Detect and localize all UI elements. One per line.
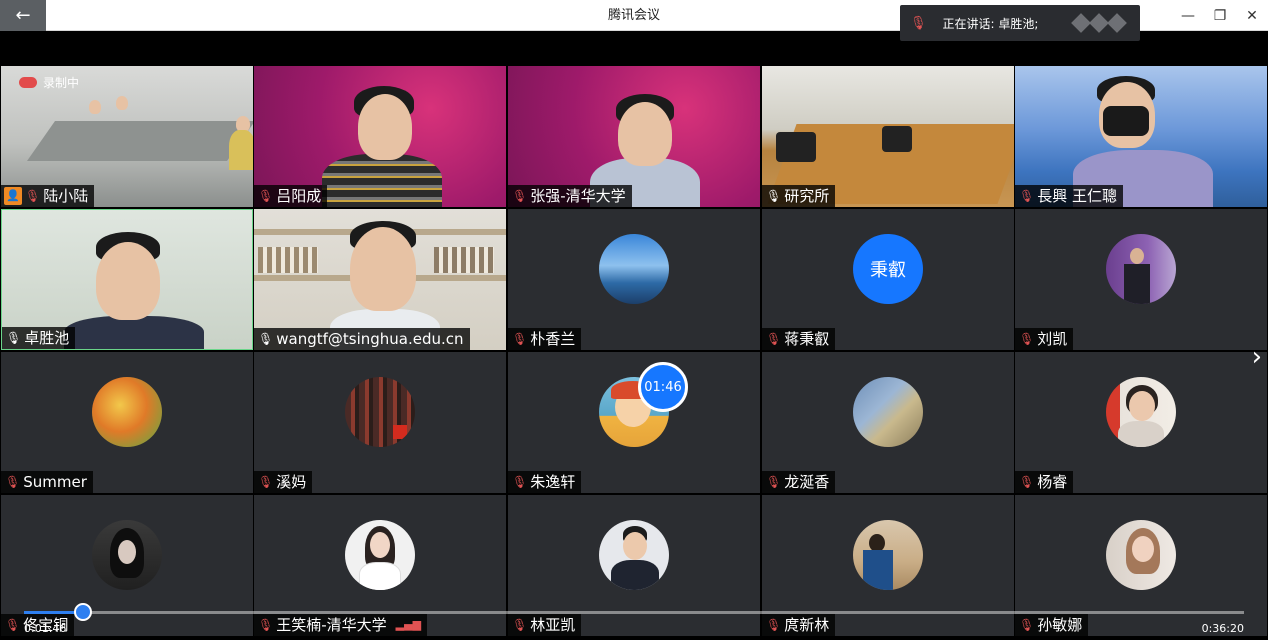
video-tile[interactable]: 🎙 刘凯 <box>1015 209 1267 350</box>
video-tile[interactable]: 🎙 Summer <box>1 352 253 493</box>
mic-muted-icon: 🎙 <box>512 475 528 489</box>
speaking-banner: 🎙 正在讲话: 卓胜池; <box>900 5 1140 41</box>
video-tile[interactable]: 🎙 wangtf@tsinghua.edu.cn <box>254 209 506 350</box>
mic-muted-icon: 🎙 <box>512 189 528 203</box>
mic-muted-icon: 🎙 <box>5 475 21 489</box>
mic-icon: 🎙 <box>6 331 22 345</box>
mic-muted-icon: 🎙 <box>766 475 782 489</box>
mic-muted-icon: 🎙 <box>1019 332 1035 346</box>
progress-knob[interactable] <box>74 603 93 621</box>
participant-avatar <box>92 377 162 447</box>
participant-avatar <box>1106 234 1176 304</box>
video-tile[interactable]: 🎙 朴香兰 <box>508 209 760 350</box>
participant-grid: 录制中 👤 🎙 陆小陆 🎙 吕阳成 🎙 张强-清华大学 🎙 研究所 🎙 長興 王仁聰 <box>0 66 1268 640</box>
speaking-text: 正在讲话: 卓胜池; <box>942 16 1039 31</box>
participant-avatar <box>853 520 923 590</box>
participant-avatar <box>853 377 923 447</box>
close-button[interactable]: ✕ <box>1244 8 1260 24</box>
window-controls: — ❐ ✕ <box>1180 0 1260 31</box>
video-tile[interactable]: 录制中 👤 🎙 陆小陆 <box>1 66 253 207</box>
cloud-record-icon <box>19 77 37 88</box>
mic-muted-icon: 🎙 <box>910 15 927 31</box>
video-tile[interactable]: 🎙 卓胜池 <box>1 209 253 350</box>
mic-icon: 🎙 <box>258 332 274 346</box>
recording-indicator: 录制中 <box>19 74 79 91</box>
mic-muted-icon: 🎙 <box>258 189 274 203</box>
progress-track[interactable] <box>24 603 1244 621</box>
total-time: 0:36:20 <box>1201 622 1244 635</box>
mic-muted-icon: 🎙 <box>1019 475 1035 489</box>
participant-avatar <box>1106 377 1176 447</box>
minimize-button[interactable]: — <box>1180 8 1196 24</box>
participant-name-tag: 🎙 杨睿 <box>1015 471 1074 493</box>
participant-avatar <box>599 520 669 590</box>
participant-name-tag: 🎙 朴香兰 <box>508 328 582 350</box>
restore-button[interactable]: ❐ <box>1212 8 1228 24</box>
participant-name-tag: 🎙 Summer <box>1 471 93 493</box>
participant-name-tag: 🎙 研究所 <box>762 185 836 207</box>
participant-name-tag: 🎙 吕阳成 <box>254 185 328 207</box>
participant-avatar <box>345 377 415 447</box>
mic-muted-icon: 🎙 <box>25 189 41 203</box>
participant-avatar <box>599 234 669 304</box>
host-icon: 👤 <box>4 187 22 205</box>
participant-name-tag: 🎙 蒋秉叡 <box>762 328 836 350</box>
tencent-meeting-logo <box>1071 13 1130 33</box>
participant-name-tag: 🎙 卓胜池 <box>2 327 76 349</box>
video-tile[interactable]: 🎙 龙涎香 <box>762 352 1014 493</box>
participant-name-tag: 🎙 朱逸轩 <box>508 471 582 493</box>
video-tile[interactable]: 秉叡 🎙 蒋秉叡 <box>762 209 1014 350</box>
participant-name-tag: 🎙 张强-清华大学 <box>508 185 632 207</box>
participant-avatar: 秉叡 <box>853 234 923 304</box>
participant-name-tag: 🎙 wangtf@tsinghua.edu.cn <box>254 328 470 350</box>
video-tile[interactable]: 🎙 张强-清华大学 <box>508 66 760 207</box>
mic-muted-icon: 🎙 <box>1019 189 1035 203</box>
video-tile[interactable]: 🎙 朱逸轩 <box>508 352 760 493</box>
video-tile[interactable]: 🎙 長興 王仁聰 <box>1015 66 1267 207</box>
video-tile[interactable]: 🎙 溪妈 <box>254 352 506 493</box>
elapsed-time: 0:01:46 <box>24 622 67 635</box>
participant-avatar <box>345 520 415 590</box>
mic-muted-icon: 🎙 <box>258 475 274 489</box>
playback-bar: 0:01:46 0:36:20 <box>0 592 1268 640</box>
video-tile[interactable]: 🎙 研究所 <box>762 66 1014 207</box>
participant-name-tag: 🎙 溪妈 <box>254 471 313 493</box>
participant-avatar <box>1106 520 1176 590</box>
participant-avatar <box>92 520 162 590</box>
mic-icon: 🎙 <box>766 189 782 203</box>
participant-name-tag: 🎙 刘凯 <box>1015 328 1074 350</box>
next-page-icon[interactable]: › <box>1252 342 1262 372</box>
participant-name-tag: 🎙 長興 王仁聰 <box>1015 185 1124 207</box>
video-tile[interactable]: 🎙 杨睿 <box>1015 352 1267 493</box>
recording-label: 录制中 <box>43 76 80 90</box>
mic-muted-icon: 🎙 <box>512 332 528 346</box>
participant-name-tag: 🎙 龙涎香 <box>762 471 836 493</box>
timer-badge: 01:46 <box>638 362 688 412</box>
video-tile[interactable]: 🎙 吕阳成 <box>254 66 506 207</box>
mic-muted-icon: 🎙 <box>766 332 782 346</box>
